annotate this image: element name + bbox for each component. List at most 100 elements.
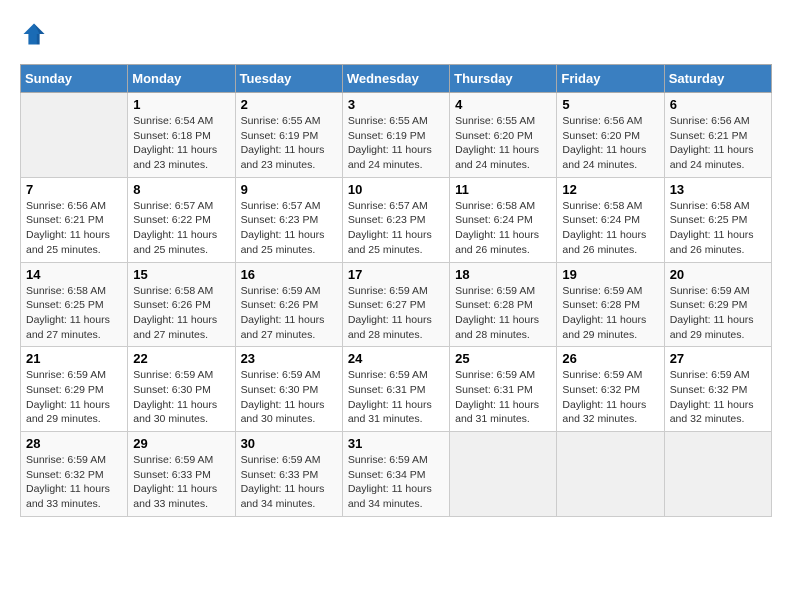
day-info: Sunrise: 6:58 AM Sunset: 6:25 PM Dayligh…	[26, 284, 122, 343]
day-info: Sunrise: 6:56 AM Sunset: 6:20 PM Dayligh…	[562, 114, 658, 173]
day-info: Sunrise: 6:59 AM Sunset: 6:29 PM Dayligh…	[26, 368, 122, 427]
day-number: 1	[133, 97, 229, 112]
day-number: 30	[241, 436, 337, 451]
day-number: 27	[670, 351, 766, 366]
calendar-cell: 15 Sunrise: 6:58 AM Sunset: 6:26 PM Dayli…	[128, 262, 235, 347]
day-number: 24	[348, 351, 444, 366]
day-number: 8	[133, 182, 229, 197]
calendar-cell: 19 Sunrise: 6:59 AM Sunset: 6:28 PM Dayli…	[557, 262, 664, 347]
header-cell-monday: Monday	[128, 65, 235, 93]
day-number: 19	[562, 267, 658, 282]
calendar-cell: 27Sunrise: 6:59 AM Sunset: 6:32 PM Dayli…	[664, 347, 771, 432]
day-number: 3	[348, 97, 444, 112]
day-number: 28	[26, 436, 122, 451]
day-info: Sunrise: 6:55 AM Sunset: 6:19 PM Dayligh…	[241, 114, 337, 173]
calendar-cell: 22 Sunrise: 6:59 AM Sunset: 6:30 PM Dayli…	[128, 347, 235, 432]
day-info: Sunrise: 6:58 AM Sunset: 6:24 PM Dayligh…	[455, 199, 551, 258]
calendar-table: SundayMondayTuesdayWednesdayThursdayFrid…	[20, 64, 772, 517]
day-number: 12	[562, 182, 658, 197]
day-number: 26	[562, 351, 658, 366]
calendar-cell: 2Sunrise: 6:55 AM Sunset: 6:19 PM Daylig…	[235, 93, 342, 178]
day-info: Sunrise: 6:59 AM Sunset: 6:30 PM Dayligh…	[133, 368, 229, 427]
calendar-cell: 11 Sunrise: 6:58 AM Sunset: 6:24 PM Dayli…	[450, 177, 557, 262]
week-row-2: 7Sunrise: 6:56 AM Sunset: 6:21 PM Daylig…	[21, 177, 772, 262]
header-cell-thursday: Thursday	[450, 65, 557, 93]
calendar-cell: 16Sunrise: 6:59 AM Sunset: 6:26 PM Dayli…	[235, 262, 342, 347]
day-number: 9	[241, 182, 337, 197]
day-info: Sunrise: 6:57 AM Sunset: 6:23 PM Dayligh…	[241, 199, 337, 258]
day-info: Sunrise: 6:55 AM Sunset: 6:20 PM Dayligh…	[455, 114, 551, 173]
day-info: Sunrise: 6:55 AM Sunset: 6:19 PM Dayligh…	[348, 114, 444, 173]
calendar-cell: 18 Sunrise: 6:59 AM Sunset: 6:28 PM Dayli…	[450, 262, 557, 347]
day-number: 29	[133, 436, 229, 451]
day-info: Sunrise: 6:59 AM Sunset: 6:31 PM Dayligh…	[348, 368, 444, 427]
day-info: Sunrise: 6:59 AM Sunset: 6:33 PM Dayligh…	[133, 453, 229, 512]
calendar-cell: 1Sunrise: 6:54 AM Sunset: 6:18 PM Daylig…	[128, 93, 235, 178]
day-number: 14	[26, 267, 122, 282]
calendar-cell	[21, 93, 128, 178]
week-row-1: 1Sunrise: 6:54 AM Sunset: 6:18 PM Daylig…	[21, 93, 772, 178]
day-info: Sunrise: 6:59 AM Sunset: 6:33 PM Dayligh…	[241, 453, 337, 512]
day-info: Sunrise: 6:58 AM Sunset: 6:26 PM Dayligh…	[133, 284, 229, 343]
day-number: 22	[133, 351, 229, 366]
day-number: 31	[348, 436, 444, 451]
calendar-cell	[664, 432, 771, 517]
day-number: 11	[455, 182, 551, 197]
day-info: Sunrise: 6:59 AM Sunset: 6:30 PM Dayligh…	[241, 368, 337, 427]
calendar-cell: 14 Sunrise: 6:58 AM Sunset: 6:25 PM Dayli…	[21, 262, 128, 347]
day-number: 15	[133, 267, 229, 282]
header-cell-saturday: Saturday	[664, 65, 771, 93]
calendar-cell: 8 Sunrise: 6:57 AM Sunset: 6:22 PM Daylig…	[128, 177, 235, 262]
week-row-5: 28 Sunrise: 6:59 AM Sunset: 6:32 PM Dayli…	[21, 432, 772, 517]
day-info: Sunrise: 6:59 AM Sunset: 6:29 PM Dayligh…	[670, 284, 766, 343]
calendar-cell: 6 Sunrise: 6:56 AM Sunset: 6:21 PM Daylig…	[664, 93, 771, 178]
day-info: Sunrise: 6:59 AM Sunset: 6:28 PM Dayligh…	[562, 284, 658, 343]
day-info: Sunrise: 6:59 AM Sunset: 6:34 PM Dayligh…	[348, 453, 444, 512]
calendar-cell: 24 Sunrise: 6:59 AM Sunset: 6:31 PM Dayli…	[342, 347, 449, 432]
day-info: Sunrise: 6:59 AM Sunset: 6:32 PM Dayligh…	[26, 453, 122, 512]
day-info: Sunrise: 6:59 AM Sunset: 6:27 PM Dayligh…	[348, 284, 444, 343]
day-number: 10	[348, 182, 444, 197]
calendar-cell: 5 Sunrise: 6:56 AM Sunset: 6:20 PM Daylig…	[557, 93, 664, 178]
calendar-cell: 7Sunrise: 6:56 AM Sunset: 6:21 PM Daylig…	[21, 177, 128, 262]
calendar-cell: 4 Sunrise: 6:55 AM Sunset: 6:20 PM Daylig…	[450, 93, 557, 178]
day-number: 5	[562, 97, 658, 112]
calendar-cell	[450, 432, 557, 517]
day-info: Sunrise: 6:57 AM Sunset: 6:22 PM Dayligh…	[133, 199, 229, 258]
calendar-cell: 3 Sunrise: 6:55 AM Sunset: 6:19 PM Daylig…	[342, 93, 449, 178]
day-number: 23	[241, 351, 337, 366]
day-info: Sunrise: 6:59 AM Sunset: 6:31 PM Dayligh…	[455, 368, 551, 427]
logo-icon	[20, 20, 48, 48]
calendar-cell: 31 Sunrise: 6:59 AM Sunset: 6:34 PM Dayli…	[342, 432, 449, 517]
calendar-cell: 25 Sunrise: 6:59 AM Sunset: 6:31 PM Dayli…	[450, 347, 557, 432]
day-number: 18	[455, 267, 551, 282]
day-number: 4	[455, 97, 551, 112]
calendar-cell: 26Sunrise: 6:59 AM Sunset: 6:32 PM Dayli…	[557, 347, 664, 432]
calendar-cell: 23 Sunrise: 6:59 AM Sunset: 6:30 PM Dayli…	[235, 347, 342, 432]
calendar-cell: 12 Sunrise: 6:58 AM Sunset: 6:24 PM Dayli…	[557, 177, 664, 262]
calendar-cell: 29 Sunrise: 6:59 AM Sunset: 6:33 PM Dayli…	[128, 432, 235, 517]
day-number: 7	[26, 182, 122, 197]
header-cell-sunday: Sunday	[21, 65, 128, 93]
calendar-cell: 9 Sunrise: 6:57 AM Sunset: 6:23 PM Daylig…	[235, 177, 342, 262]
header-cell-friday: Friday	[557, 65, 664, 93]
day-info: Sunrise: 6:57 AM Sunset: 6:23 PM Dayligh…	[348, 199, 444, 258]
calendar-cell: 30 Sunrise: 6:59 AM Sunset: 6:33 PM Dayli…	[235, 432, 342, 517]
day-number: 25	[455, 351, 551, 366]
day-info: Sunrise: 6:56 AM Sunset: 6:21 PM Dayligh…	[670, 114, 766, 173]
day-info: Sunrise: 6:58 AM Sunset: 6:24 PM Dayligh…	[562, 199, 658, 258]
calendar-cell: 10 Sunrise: 6:57 AM Sunset: 6:23 PM Dayli…	[342, 177, 449, 262]
calendar-cell: 21 Sunrise: 6:59 AM Sunset: 6:29 PM Dayli…	[21, 347, 128, 432]
header-cell-tuesday: Tuesday	[235, 65, 342, 93]
header-row: SundayMondayTuesdayWednesdayThursdayFrid…	[21, 65, 772, 93]
day-info: Sunrise: 6:59 AM Sunset: 6:28 PM Dayligh…	[455, 284, 551, 343]
week-row-3: 14 Sunrise: 6:58 AM Sunset: 6:25 PM Dayli…	[21, 262, 772, 347]
day-number: 13	[670, 182, 766, 197]
day-number: 17	[348, 267, 444, 282]
day-info: Sunrise: 6:59 AM Sunset: 6:26 PM Dayligh…	[241, 284, 337, 343]
day-number: 21	[26, 351, 122, 366]
day-number: 6	[670, 97, 766, 112]
day-info: Sunrise: 6:58 AM Sunset: 6:25 PM Dayligh…	[670, 199, 766, 258]
header-cell-wednesday: Wednesday	[342, 65, 449, 93]
day-number: 20	[670, 267, 766, 282]
